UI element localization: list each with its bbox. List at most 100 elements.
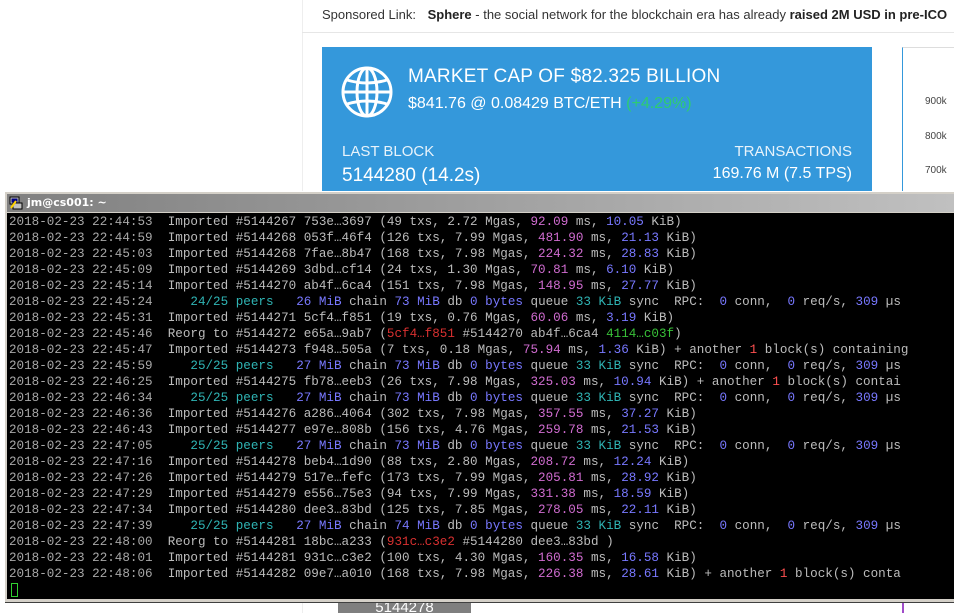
log-segment: Imported #5144280 dee3…83bd (125 txs, 7.…: [152, 503, 539, 517]
log-segment: KiB): [643, 215, 682, 229]
log-segment: 27 MiB: [273, 391, 342, 405]
log-segment: KiB): [658, 407, 697, 421]
log-line: 2018-02-23 22:48:06 Imported #5144282 09…: [9, 566, 908, 582]
log-segment: 73 MiB: [394, 359, 440, 373]
log-segment: conn,: [727, 391, 788, 405]
log-segment: Imported #5144271 5cf4…f851 (19 txs, 0.7…: [152, 311, 531, 325]
window-titlebar[interactable]: jm@cs001: ~: [7, 194, 954, 212]
log-segment: Imported #5144277 e97e…808b (156 txs, 4.…: [152, 423, 539, 437]
log-segment: 27 MiB: [273, 439, 342, 453]
log-line: 2018-02-23 22:46:34 25/25 peers 27 MiB c…: [9, 390, 908, 406]
log-segment: 0: [787, 359, 796, 373]
log-segment: db: [439, 391, 471, 405]
log-line: 2018-02-23 22:45:59 25/25 peers 27 MiB c…: [9, 358, 908, 374]
log-segment: KiB): [658, 503, 697, 517]
log-segment: 25/25 peers: [152, 519, 274, 533]
log-segment: 309: [855, 295, 879, 309]
log-segment: ms,: [568, 311, 607, 325]
log-timestamp: 2018-02-23 22:48:06: [9, 567, 153, 581]
log-line: 2018-02-23 22:45:09 Imported #5144269 3d…: [9, 262, 908, 278]
log-segment: conn,: [727, 519, 788, 533]
log-segment: 24/25 peers: [152, 295, 274, 309]
log-segment: 5cf4…f851: [386, 327, 455, 341]
log-segment: 3.19: [606, 311, 637, 325]
log-segment: queue: [522, 295, 576, 309]
log-segment: 0 bytes: [470, 439, 523, 453]
log-segment: conn,: [727, 439, 788, 453]
log-timestamp: 2018-02-23 22:47:26: [9, 471, 153, 485]
log-segment: 28.61: [621, 567, 659, 581]
log-segment: Imported #5144269 3dbd…cf14 (24 txs, 1.3…: [152, 263, 531, 277]
log-segment: 10.94: [613, 375, 652, 389]
log-segment: µs: [878, 439, 901, 453]
log-segment: 309: [855, 519, 879, 533]
log-line: 2018-02-23 22:47:34 Imported #5144280 de…: [9, 502, 908, 518]
log-segment: 27 MiB: [273, 359, 342, 373]
sponsored-link[interactable]: Sponsored Link: Sphere - the social netw…: [322, 7, 947, 22]
market-cap-panel: MARKET CAP OF $82.325 BILLION $841.76 @ …: [322, 47, 872, 207]
transactions-value: 169.76 M (7.5 TPS): [712, 165, 852, 182]
log-segment: µs: [878, 359, 901, 373]
terminal-window[interactable]: jm@cs001: ~ 2018-02-23 22:44:53 Imported…: [4, 191, 954, 602]
log-segment: ms,: [583, 407, 622, 421]
y-tick-label: 700k: [925, 165, 947, 176]
sponsor-tail: raised 2M USD in pre-ICO: [789, 7, 948, 22]
log-segment: #5144270 ab4f…6ca4: [454, 327, 607, 341]
log-line: 2018-02-23 22:45:03 Imported #5144268 7f…: [9, 246, 908, 262]
log-segment: 205.81: [538, 471, 584, 485]
log-segment: 160.35: [538, 551, 584, 565]
log-segment: Imported #5144282 09e7…a010 (168 txs, 7.…: [152, 567, 539, 581]
log-timestamp: 2018-02-23 22:47:05: [9, 439, 153, 453]
log-segment: KiB): [651, 487, 690, 501]
log-segment: Imported #5144268 053f…46f4 (126 txs, 7.…: [152, 231, 539, 245]
log-segment: chain: [341, 359, 395, 373]
log-segment: 28.83: [621, 247, 659, 261]
log-segment: 16.58: [621, 551, 659, 565]
log-segment: 27.77: [621, 279, 659, 293]
log-timestamp: 2018-02-23 22:48:00: [9, 535, 153, 549]
log-segment: 33 KiB: [575, 391, 622, 405]
log-timestamp: 2018-02-23 22:45:47: [9, 343, 153, 357]
log-segment: db: [439, 439, 471, 453]
log-segment: Imported #5144276 a286…4064 (302 txs, 7.…: [152, 407, 539, 421]
log-segment: sync RPC:: [621, 439, 720, 453]
log-segment: 92.09: [530, 215, 569, 229]
market-cap-title: MARKET CAP OF $82.325 BILLION: [408, 66, 721, 87]
log-segment: 33 KiB: [575, 439, 622, 453]
log-segment: req/s,: [795, 359, 856, 373]
log-line: 2018-02-23 22:45:47 Imported #5144273 f9…: [9, 342, 908, 358]
log-segment: block(s) containing: [757, 343, 909, 357]
log-segment: Imported #5144267 753e…3697 (49 txs, 2.7…: [152, 215, 531, 229]
log-segment: KiB): [658, 279, 697, 293]
log-segment: 25/25 peers: [152, 391, 274, 405]
log-segment: Reorg to #5144281 18bc…a233 (: [152, 535, 387, 549]
last-block-label: LAST BLOCK: [342, 143, 435, 160]
log-segment: 28.92: [621, 471, 659, 485]
log-line: 2018-02-23 22:45:31 Imported #5144271 5c…: [9, 310, 908, 326]
log-segment: block(s) contai: [779, 375, 901, 389]
log-segment: sync RPC:: [621, 519, 720, 533]
log-segment: 0: [787, 391, 796, 405]
log-timestamp: 2018-02-23 22:47:16: [9, 455, 153, 469]
log-segment: 12.24: [613, 455, 652, 469]
log-segment: 4114…c03f: [606, 327, 675, 341]
last-block-value: 5144280 (14.2s): [342, 165, 481, 186]
log-segment: Imported #5144273 f948…505a (7 txs, 0.18…: [152, 343, 523, 357]
log-segment: queue: [522, 439, 576, 453]
log-segment: Imported #5144268 7fae…8b47 (168 txs, 7.…: [152, 247, 539, 261]
y-tick-label: 800k: [925, 131, 947, 142]
log-segment: 0: [787, 295, 796, 309]
terminal-screen[interactable]: 2018-02-23 22:44:53 Imported #5144267 75…: [7, 213, 954, 599]
log-segment: KiB) + another: [651, 375, 773, 389]
log-segment: 331.38: [530, 487, 576, 501]
log-segment: 33 KiB: [575, 519, 622, 533]
window-title: jm@cs001: ~: [27, 196, 107, 209]
log-segment: 309: [855, 439, 879, 453]
log-line: 2018-02-23 22:45:14 Imported #5144270 ab…: [9, 278, 908, 294]
log-segment: 74 MiB: [394, 519, 440, 533]
log-timestamp: 2018-02-23 22:47:34: [9, 503, 153, 517]
log-line: 2018-02-23 22:47:26 Imported #5144279 51…: [9, 470, 908, 486]
sponsor-name[interactable]: Sphere: [428, 7, 472, 22]
price-change: (+4.29%): [626, 95, 692, 112]
log-line: 2018-02-23 22:46:36 Imported #5144276 a2…: [9, 406, 908, 422]
